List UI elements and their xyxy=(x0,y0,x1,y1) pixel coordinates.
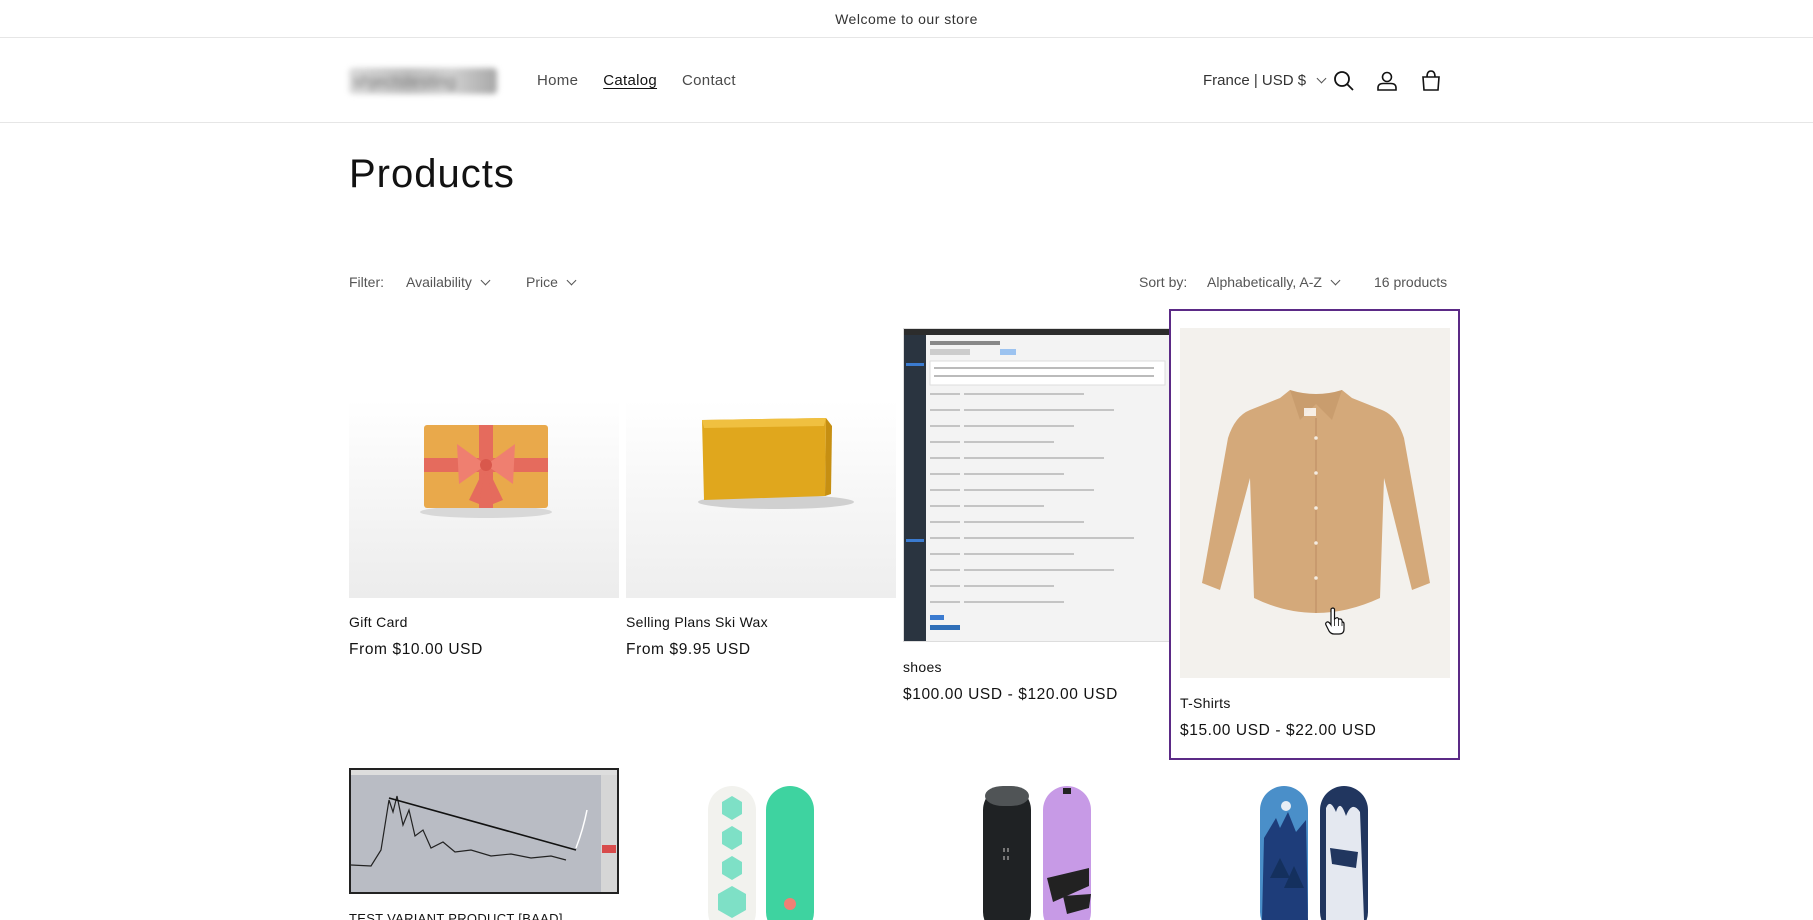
account-icon[interactable] xyxy=(1374,68,1400,94)
snowboard-image[interactable] xyxy=(1180,768,1450,920)
chevron-down-icon xyxy=(480,275,491,285)
product-card-ski-wax[interactable]: Selling Plans Ski Wax From $9.95 USD xyxy=(626,400,896,670)
product-price: From $9.95 USD xyxy=(626,641,751,658)
filter-sort-bar: Filter: Availability Price Sort by: Alph… xyxy=(349,274,1449,298)
product-title[interactable]: shoes xyxy=(903,659,942,675)
product-title[interactable]: Gift Card xyxy=(349,614,408,630)
product-card-gift-card[interactable]: Gift Card From $10.00 USD xyxy=(349,400,619,670)
nav-home[interactable]: Home xyxy=(537,72,578,89)
gift-card-image[interactable] xyxy=(349,400,619,598)
announcement-bar: Welcome to our store xyxy=(0,0,1813,38)
nav-catalog[interactable]: Catalog xyxy=(603,72,657,89)
chevron-down-icon xyxy=(566,275,577,285)
price-filter[interactable]: Price xyxy=(526,274,577,290)
snowboard-image[interactable] xyxy=(903,768,1170,920)
announcement-text: Welcome to our store xyxy=(835,10,978,27)
product-card-snowboard-3[interactable] xyxy=(1180,768,1450,920)
sort-value: Alphabetically, A-Z xyxy=(1207,274,1322,290)
shoes-image[interactable] xyxy=(903,328,1170,642)
chevron-down-icon xyxy=(1316,73,1327,84)
main-nav: Home Catalog Contact xyxy=(537,72,736,89)
product-card-test-variant[interactable]: TEST VARIANT PRODUCT [BAAD] xyxy=(349,768,619,920)
product-card-snowboard-1[interactable] xyxy=(626,768,896,920)
locale-label: France | USD $ xyxy=(1203,72,1307,89)
cart-icon[interactable] xyxy=(1418,68,1444,94)
product-card-snowboard-2[interactable] xyxy=(903,768,1170,920)
hover-selection-outline xyxy=(1169,309,1460,760)
site-header: shjectstesting Home Catalog Contact Fran… xyxy=(0,38,1813,123)
price-label: Price xyxy=(526,274,558,290)
snowboard-image[interactable] xyxy=(626,768,896,920)
search-icon[interactable] xyxy=(1331,68,1357,94)
filter-label: Filter: xyxy=(349,274,384,290)
product-card-shoes[interactable]: shoes $100.00 USD - $120.00 USD xyxy=(903,328,1170,708)
product-count: 16 products xyxy=(1374,274,1448,290)
page-title: Products xyxy=(349,152,515,196)
product-title[interactable]: Selling Plans Ski Wax xyxy=(626,614,768,630)
store-logo[interactable]: shjectstesting xyxy=(349,68,497,94)
availability-label: Availability xyxy=(406,274,472,290)
product-price: From $10.00 USD xyxy=(349,641,483,658)
nav-contact[interactable]: Contact xyxy=(682,72,736,89)
product-title[interactable]: TEST VARIANT PRODUCT [BAAD] xyxy=(349,911,563,920)
chevron-down-icon xyxy=(1330,275,1341,285)
sort-label: Sort by: xyxy=(1139,274,1188,290)
hand-pointer-icon xyxy=(1325,607,1345,635)
sort-select[interactable]: Alphabetically, A-Z xyxy=(1207,274,1341,290)
availability-filter[interactable]: Availability xyxy=(406,274,491,290)
test-variant-image[interactable] xyxy=(349,768,619,894)
product-price: $100.00 USD - $120.00 USD xyxy=(903,686,1118,703)
country-currency-selector[interactable]: France | USD $ xyxy=(1203,72,1327,89)
ski-wax-image[interactable] xyxy=(626,400,896,598)
